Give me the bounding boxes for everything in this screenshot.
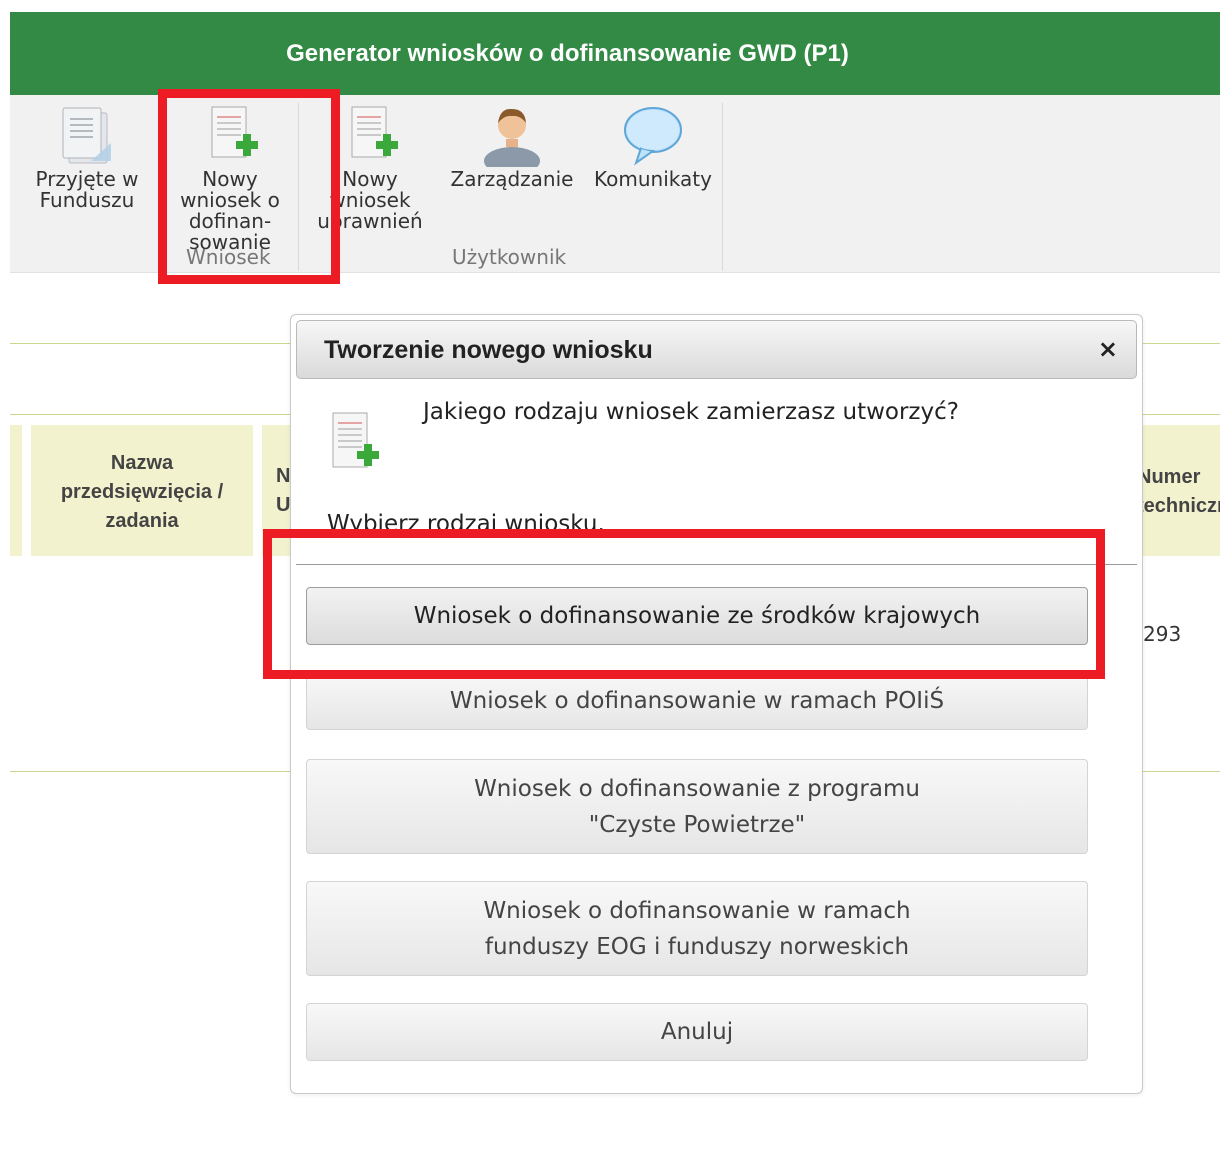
dialog-question: Jakiego rodzaju wniosek zamierzasz utwor… [423, 399, 959, 425]
ribbon-separator [298, 103, 299, 271]
document-stack-icon [62, 107, 111, 164]
ribbon-toolbar: Przyjęte w Funduszu Nowy wniosek o dofin… [10, 95, 1220, 273]
messages-button[interactable]: Komunikaty [588, 103, 718, 190]
app-title: Generator wniosków o dofinansowanie GWD … [286, 39, 849, 67]
close-icon[interactable]: × [1098, 335, 1118, 363]
document-add-icon [351, 106, 398, 158]
speech-bubble-icon [624, 107, 682, 166]
dialog-divider [296, 564, 1137, 565]
user-icon [484, 108, 540, 167]
new-application-dialog: Tworzenie nowego wniosku × Jakiego rodza… [290, 314, 1143, 1094]
table-header-cell [10, 425, 22, 556]
received-applications-label: Przyjęte w Funduszu [35, 167, 139, 212]
table-header-project-name: Nazwa przedsięwzięcia / zadania [31, 425, 253, 556]
option-eog-norway-button[interactable]: Wniosek o dofinansowanie w ramach fundus… [306, 881, 1088, 976]
ribbon-separator [722, 103, 723, 271]
dialog-subtitle: Wybierz rodzaj wniosku. [327, 511, 605, 534]
document-add-icon [332, 412, 379, 468]
cancel-button[interactable]: Anuluj [306, 1003, 1088, 1061]
table-cell-tech-number: 293 [1143, 622, 1182, 646]
new-application-button[interactable]: Nowy wniosek o dofinan- sowanie [170, 103, 290, 253]
management-label: Zarządzanie [450, 167, 574, 191]
ribbon-group-application: Wniosek [186, 245, 271, 269]
table-header-tech-number: Numer techniczny [1135, 425, 1220, 556]
table-header-tech-number-label: Numer techniczny [1137, 466, 1220, 517]
app-title-bar: Generator wniosków o dofinansowanie GWD … [10, 12, 1220, 95]
new-authorization-label: Nowy wniosek uprawnień [317, 167, 423, 233]
ribbon-group-user: Użytkownik [452, 245, 567, 269]
received-applications-button[interactable]: Przyjęte w Funduszu [32, 103, 142, 211]
dialog-title: Tworzenie nowego wniosku [324, 336, 653, 364]
option-poiis-button[interactable]: Wniosek o dofinansowanie w ramach POIiŚ [306, 672, 1088, 730]
option-clean-air-button[interactable]: Wniosek o dofinansowanie z programu "Czy… [306, 759, 1088, 854]
new-authorization-button[interactable]: Nowy wniosek uprawnień [310, 103, 430, 232]
table-header-fragment: N U [276, 465, 291, 516]
messages-label: Komunikaty [594, 167, 712, 191]
document-add-icon [211, 106, 258, 158]
table-header-project-name-label: Nazwa przedsięwzięcia / zadania [60, 452, 224, 532]
new-application-label: Nowy wniosek o dofinan- sowanie [180, 167, 280, 254]
management-button[interactable]: Zarządzanie [447, 103, 577, 190]
option-national-funds-button[interactable]: Wniosek o dofinansowanie ze środków kraj… [306, 587, 1088, 645]
dialog-header: Tworzenie nowego wniosku × [296, 320, 1137, 379]
